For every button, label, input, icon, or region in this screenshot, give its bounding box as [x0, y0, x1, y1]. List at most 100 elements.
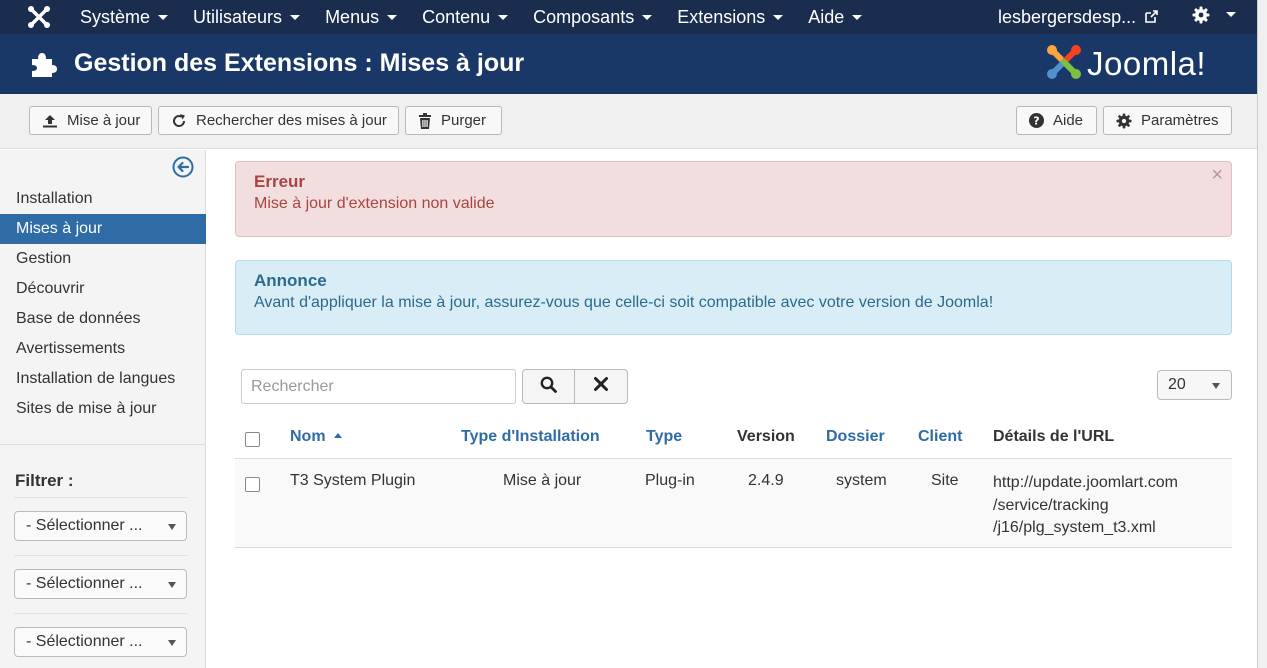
search-button[interactable]: [522, 369, 575, 404]
cell-client: Site: [931, 472, 959, 489]
menu-systeme[interactable]: Système: [80, 0, 169, 34]
list-limit-select[interactable]: 20: [1157, 370, 1232, 400]
menu-contenu[interactable]: Contenu: [422, 0, 509, 34]
info-alert-message: Avant d'appliquer la mise à jour, assure…: [254, 294, 994, 311]
caret-down-icon: [387, 14, 398, 20]
sort-folder[interactable]: Dossier: [826, 428, 885, 446]
filter-select-value: - Sélectionner ...: [26, 633, 143, 650]
caret-down-icon: [642, 14, 653, 20]
trash-icon: [418, 112, 432, 129]
caret-down-icon: [498, 14, 509, 20]
joomla-brand: Joomla!: [1045, 41, 1206, 87]
caret-down-icon: [852, 14, 863, 20]
search-input[interactable]: [241, 369, 516, 404]
help-label: Aide: [1053, 112, 1084, 129]
close-icon[interactable]: ×: [1211, 164, 1223, 187]
sidebar-item-manage[interactable]: Gestion: [0, 244, 206, 274]
close-icon: [593, 376, 609, 397]
puzzle-icon: [29, 50, 57, 83]
toolbar: Mise à jour Rechercher des mises à jour …: [0, 94, 1257, 149]
window-scrollbar[interactable]: [1257, 0, 1267, 668]
cell-name: T3 System Plugin: [290, 472, 416, 489]
sidebar-item-update-sites[interactable]: Sites de mise à jour: [0, 394, 206, 424]
gear-icon: [1116, 112, 1132, 129]
caret-down-icon: [1226, 11, 1237, 17]
menu-utilisateurs[interactable]: Utilisateurs: [193, 0, 301, 34]
menu-label: Composants: [533, 7, 635, 27]
menu-label: Aide: [808, 7, 845, 27]
joomla-brand-icon: [1045, 43, 1083, 86]
error-alert: Erreur Mise à jour d'extension non valid…: [235, 161, 1232, 237]
find-updates-button[interactable]: Rechercher des mises à jour: [158, 106, 399, 135]
user-menu-toggle[interactable]: [1192, 6, 1237, 28]
menu-label: Utilisateurs: [193, 7, 283, 27]
joomla-logo-icon[interactable]: [26, 4, 52, 30]
cell-folder: system: [836, 472, 887, 489]
purge-button[interactable]: Purger: [405, 106, 502, 135]
menu-aide[interactable]: Aide: [808, 0, 863, 34]
sort-name[interactable]: Nom: [290, 428, 342, 446]
url-line: /service/tracking: [993, 496, 1109, 514]
svg-text:?: ?: [1033, 115, 1039, 128]
sidebar-item-updates[interactable]: Mises à jour: [0, 214, 206, 244]
menu-label: Système: [80, 7, 151, 27]
list-limit-value: 20: [1168, 376, 1186, 393]
column-version: Version: [737, 428, 795, 445]
filter-heading: Filtrer :: [15, 471, 74, 490]
title-bar: Gestion des Extensions : Mises à jour Jo…: [0, 34, 1257, 94]
chevron-down-icon: [168, 524, 176, 530]
url-line: /j16/plg_system_t3.xml: [993, 519, 1156, 536]
options-button[interactable]: Paramètres: [1103, 106, 1232, 135]
caret-down-icon: [158, 14, 169, 20]
cell-type: Plug-in: [645, 472, 695, 489]
sidebar-item-database[interactable]: Base de données: [0, 304, 206, 334]
table-header: Nom Type d'Installation Type Version Dos…: [235, 414, 1232, 459]
sort-client[interactable]: Client: [918, 428, 962, 446]
filter-select-value: - Sélectionner ...: [26, 517, 143, 534]
info-alert: Annonce Avant d'appliquer la mise à jour…: [235, 260, 1232, 335]
info-alert-heading: Annonce: [254, 271, 327, 290]
menu-label: Contenu: [422, 7, 491, 27]
search-icon: [540, 376, 557, 398]
table-row: T3 System Plugin Mise à jour Plug-in 2.4…: [235, 459, 1232, 548]
filter-divider: [14, 555, 187, 556]
sidebar-item-installation[interactable]: Installation: [0, 184, 206, 214]
site-name: lesbergersdesp...: [998, 7, 1137, 27]
chevron-down-icon: [168, 582, 176, 588]
help-button[interactable]: ? Aide: [1016, 106, 1097, 135]
error-alert-message: Mise à jour d'extension non valide: [254, 195, 495, 212]
sidebar: Installation Mises à jour Gestion Découv…: [0, 150, 206, 668]
collapse-sidebar-icon[interactable]: [172, 156, 194, 183]
top-navbar: Système Utilisateurs Menus Contenu Compo…: [0, 0, 1257, 34]
sidebar-nav: Installation Mises à jour Gestion Découv…: [0, 184, 206, 424]
sidebar-item-warnings[interactable]: Avertissements: [0, 334, 206, 364]
filter-select-2[interactable]: - Sélectionner ...: [14, 569, 187, 599]
cell-version: 2.4.9: [748, 472, 784, 489]
filter-select-1[interactable]: - Sélectionner ...: [14, 511, 187, 541]
menu-composants[interactable]: Composants: [533, 0, 653, 34]
sort-type[interactable]: Type: [646, 428, 682, 446]
update-button-label: Mise à jour: [67, 112, 141, 129]
menu-label: Menus: [325, 7, 380, 27]
cell-url-details: http://update.joomlart.com /service/trac…: [993, 472, 1203, 540]
row-checkbox[interactable]: [245, 477, 260, 492]
sort-install-type[interactable]: Type d'Installation: [461, 428, 600, 446]
gear-icon: [1192, 6, 1214, 24]
update-button[interactable]: Mise à jour: [29, 106, 152, 135]
purge-label: Purger: [441, 112, 487, 129]
filter-divider: [14, 613, 187, 614]
cell-install-type: Mise à jour: [503, 472, 582, 489]
site-link[interactable]: lesbergersdesp...: [998, 0, 1158, 34]
filter-select-3[interactable]: - Sélectionner ...: [14, 627, 187, 657]
caret-down-icon: [290, 14, 301, 20]
sidebar-item-discover[interactable]: Découvrir: [0, 274, 206, 304]
error-alert-heading: Erreur: [254, 172, 306, 191]
clear-search-button[interactable]: [574, 369, 628, 404]
sidebar-item-install-languages[interactable]: Installation de langues: [0, 364, 206, 394]
chevron-down-icon: [168, 640, 176, 646]
menu-menus[interactable]: Menus: [325, 0, 398, 34]
options-label: Paramètres: [1141, 112, 1219, 129]
main-menu: Système Utilisateurs Menus Contenu Compo…: [80, 0, 887, 34]
menu-extensions[interactable]: Extensions: [677, 0, 784, 34]
select-all-checkbox[interactable]: [245, 432, 260, 447]
